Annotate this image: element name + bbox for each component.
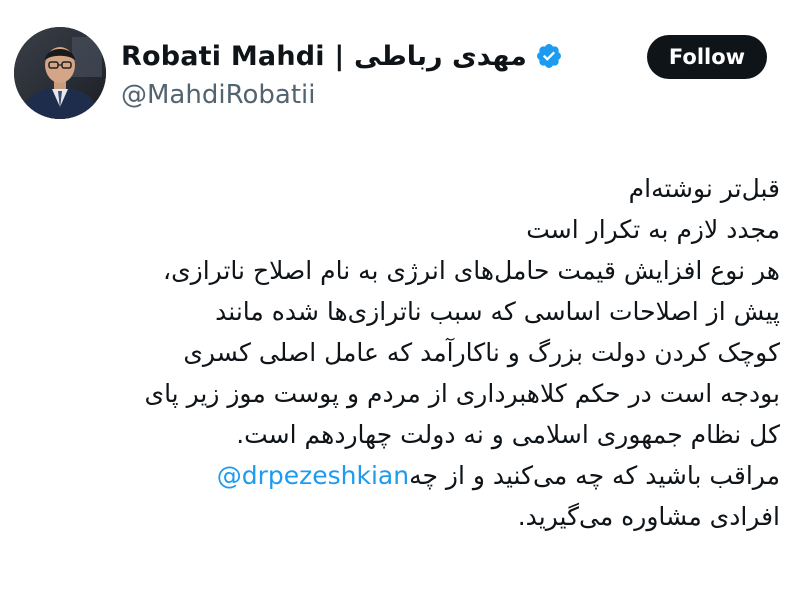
user-handle[interactable]: @MahdiRobatii [121, 80, 315, 110]
display-name[interactable]: Robati Mahdi | مهدی رباطی [121, 41, 527, 72]
avatar[interactable] [14, 27, 106, 119]
tweet-line: پیش از اصلاحات اساسی که سبب ناترازی‌ها ش… [215, 297, 780, 326]
tweet-line: هر نوع افزایش قیمت حامل‌های انرژی به نام… [163, 256, 780, 285]
tweet-line: مجدد لازم به تکرار است [526, 215, 780, 244]
tweet-line: کل نظام جمهوری اسلامی و نه دولت چهاردهم … [236, 420, 780, 449]
avatar-image [14, 27, 106, 119]
tweet-line-with-mention: مراقب باشید که چه می‌کنید و از چه@drpeze… [10, 455, 780, 496]
tweet-card: Robati Mahdi | مهدی رباطی @MahdiRobatii … [0, 0, 800, 601]
tweet-line: کوچک کردن دولت بزرگ و ناکارآمد که عامل ا… [183, 338, 780, 367]
tweet-line-text: مراقب باشید که چه می‌کنید و از چه [409, 461, 780, 490]
tweet-line: قبل‌تر نوشته‌ام [628, 174, 780, 203]
tweet-text: قبل‌تر نوشته‌ام مجدد لازم به تکرار است ه… [10, 168, 781, 537]
verified-badge-icon [535, 42, 563, 70]
mention-link[interactable]: @drpezeshkian [217, 461, 409, 490]
tweet-line: بودجه است در حکم کلاهبرداری از مردم و پو… [144, 379, 781, 408]
user-name-row: Robati Mahdi | مهدی رباطی [121, 36, 563, 76]
tweet-line: افرادی مشاوره می‌گیرید. [517, 502, 780, 531]
follow-button[interactable]: Follow [647, 35, 767, 79]
